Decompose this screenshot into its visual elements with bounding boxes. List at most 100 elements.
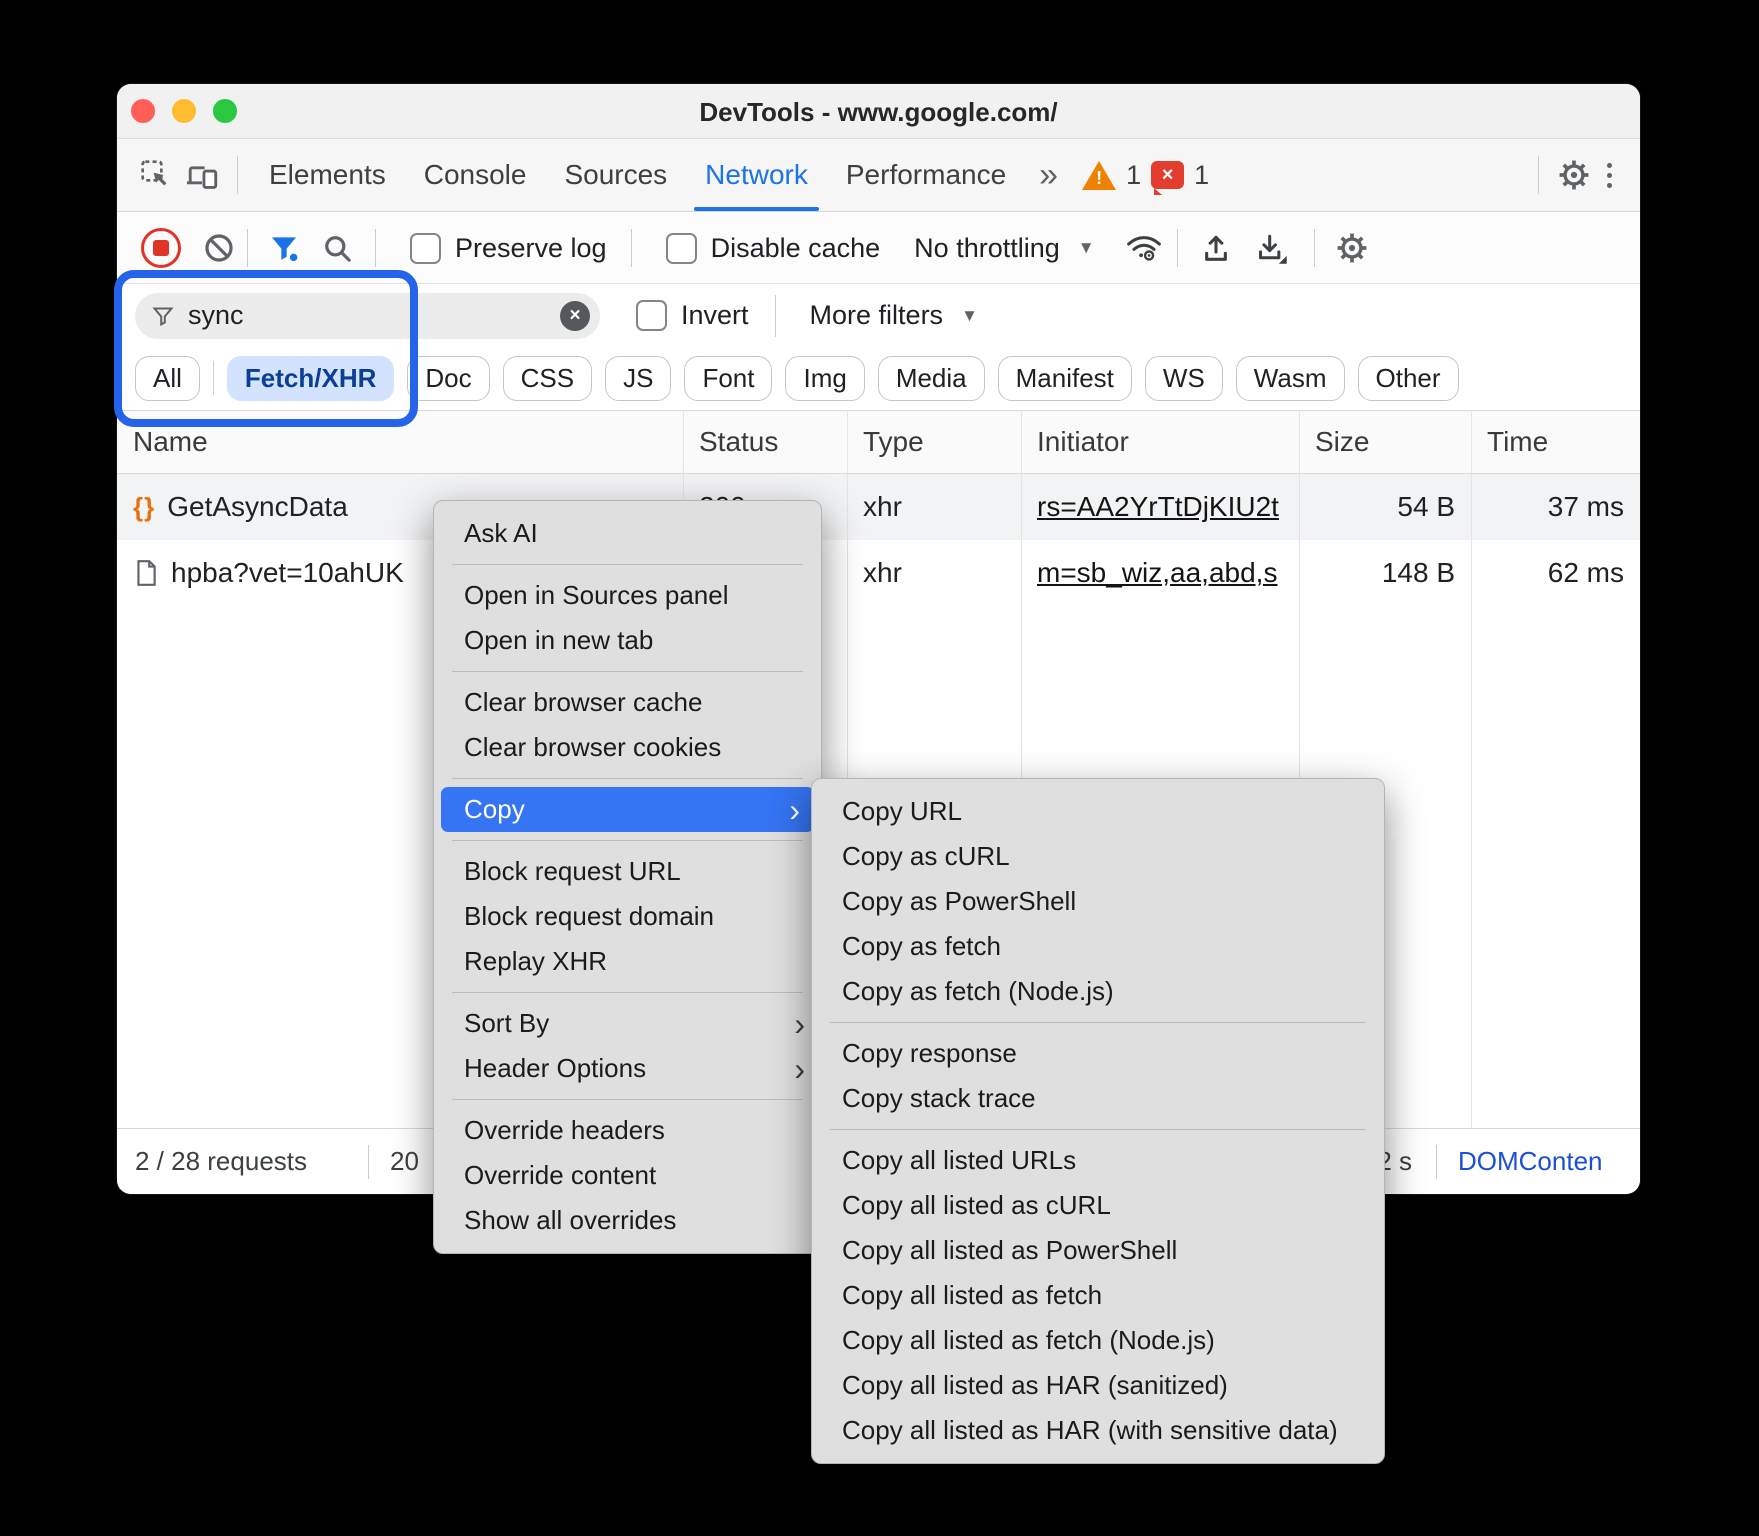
submenu-chevron-icon: › xyxy=(789,794,800,826)
chip-doc[interactable]: Doc xyxy=(407,356,489,401)
divider xyxy=(1436,1145,1437,1179)
request-initiator-link[interactable]: rs=AA2YrTtDjKIU2t xyxy=(1037,474,1279,540)
menu-item-ask-ai[interactable]: Ask AI xyxy=(434,511,821,556)
menu-item-copy[interactable]: Copy › xyxy=(441,787,814,832)
chip-fetch-xhr[interactable]: Fetch/XHR xyxy=(227,356,394,401)
request-initiator-link[interactable]: m=sb_wiz,aa,abd,s xyxy=(1037,540,1277,606)
menu-separator xyxy=(830,1022,1366,1023)
throttling-caret-icon[interactable]: ▼ xyxy=(1078,238,1095,258)
tab-network[interactable]: Network xyxy=(686,139,827,211)
column-header-initiator[interactable]: Initiator xyxy=(1037,411,1129,473)
request-time: 62 ms xyxy=(1471,540,1624,606)
menu-item-copy-all-listed-as-har-sensitive[interactable]: Copy all listed as HAR (with sensitive d… xyxy=(812,1408,1384,1453)
import-har-icon xyxy=(1200,232,1232,264)
export-har-icon xyxy=(1254,231,1288,265)
menu-item-open-in-sources-panel[interactable]: Open in Sources panel xyxy=(434,573,821,618)
menu-item-override-headers[interactable]: Override headers xyxy=(434,1108,821,1153)
inspect-element-button[interactable] xyxy=(133,149,179,201)
menu-item-copy-as-powershell[interactable]: Copy as PowerShell xyxy=(812,879,1384,924)
network-conditions-button[interactable] xyxy=(1125,232,1163,264)
export-har-button[interactable] xyxy=(1254,231,1288,265)
menu-item-replay-xhr[interactable]: Replay XHR xyxy=(434,939,821,984)
chip-media[interactable]: Media xyxy=(878,356,985,401)
divider xyxy=(375,229,376,267)
menu-item-copy-all-listed-as-fetch[interactable]: Copy all listed as fetch xyxy=(812,1273,1384,1318)
chip-css[interactable]: CSS xyxy=(503,356,592,401)
chip-ws[interactable]: WS xyxy=(1145,356,1223,401)
network-settings-button[interactable] xyxy=(1335,231,1369,265)
column-header-status[interactable]: Status xyxy=(699,411,778,473)
error-count: 1 xyxy=(1194,160,1209,191)
table-row[interactable]: hpba?vet=10ahUK xhr m=sb_wiz,aa,abd,s 14… xyxy=(117,540,1640,606)
menu-item-copy-all-listed-urls[interactable]: Copy all listed URLs xyxy=(812,1138,1384,1183)
menu-item-open-in-new-tab[interactable]: Open in new tab xyxy=(434,618,821,663)
menu-item-show-all-overrides[interactable]: Show all overrides xyxy=(434,1198,821,1243)
menu-item-clear-browser-cache[interactable]: Clear browser cache xyxy=(434,680,821,725)
menu-item-copy-all-listed-as-curl[interactable]: Copy all listed as cURL xyxy=(812,1183,1384,1228)
request-size: 148 B xyxy=(1299,540,1455,606)
warning-icon[interactable]: ! xyxy=(1082,161,1116,190)
submenu-chevron-icon: › xyxy=(794,1053,805,1085)
disable-cache-checkbox[interactable] xyxy=(666,233,697,264)
clear-filter-icon[interactable]: × xyxy=(560,301,590,331)
chip-js[interactable]: JS xyxy=(605,356,671,401)
kebab-menu-icon[interactable] xyxy=(1597,163,1622,188)
menu-item-copy-all-listed-as-fetch-nodejs[interactable]: Copy all listed as fetch (Node.js) xyxy=(812,1318,1384,1363)
settings-button[interactable] xyxy=(1551,149,1597,201)
chip-all[interactable]: All xyxy=(135,356,200,401)
device-toolbar-icon xyxy=(185,159,219,191)
record-network-log-button[interactable] xyxy=(141,228,181,268)
request-type: xhr xyxy=(863,474,902,540)
filter-toggle-button[interactable] xyxy=(268,232,300,264)
column-header-time[interactable]: Time xyxy=(1487,411,1548,473)
menu-item-copy-as-fetch[interactable]: Copy as fetch xyxy=(812,924,1384,969)
toggle-device-toolbar-button[interactable] xyxy=(179,149,225,201)
filter-query-text: sync xyxy=(188,300,244,331)
issue-badges: ! 1 × 1 xyxy=(1082,160,1209,191)
menu-item-copy-response[interactable]: Copy response xyxy=(812,1031,1384,1076)
invert-checkbox[interactable] xyxy=(636,300,667,331)
menu-item-copy-as-curl[interactable]: Copy as cURL xyxy=(812,834,1384,879)
chip-img[interactable]: Img xyxy=(785,356,864,401)
clear-network-log-button[interactable] xyxy=(203,232,235,264)
filter-funnel-icon xyxy=(268,232,300,264)
menu-item-copy-all-listed-as-har-sanitized[interactable]: Copy all listed as HAR (sanitized) xyxy=(812,1363,1384,1408)
network-conditions-icon xyxy=(1125,232,1163,264)
chip-manifest[interactable]: Manifest xyxy=(998,356,1132,401)
more-filters-caret-icon[interactable]: ▼ xyxy=(961,306,978,326)
chip-other[interactable]: Other xyxy=(1358,356,1459,401)
tab-sources[interactable]: Sources xyxy=(545,139,686,211)
menu-item-block-request-domain[interactable]: Block request domain xyxy=(434,894,821,939)
column-header-size[interactable]: Size xyxy=(1315,411,1369,473)
menu-item-override-content[interactable]: Override content xyxy=(434,1153,821,1198)
import-har-button[interactable] xyxy=(1200,232,1232,264)
menu-item-sort-by[interactable]: Sort By › xyxy=(434,1001,821,1046)
table-row[interactable]: {} GetAsyncData 200 xhr rs=AA2YrTtDjKIU2… xyxy=(117,474,1640,540)
column-header-type[interactable]: Type xyxy=(863,411,924,473)
chip-font[interactable]: Font xyxy=(684,356,772,401)
gear-icon xyxy=(1557,158,1591,192)
menu-item-copy-url[interactable]: Copy URL xyxy=(812,789,1384,834)
menu-item-copy-stack-trace[interactable]: Copy stack trace xyxy=(812,1076,1384,1121)
throttling-select[interactable]: No throttling xyxy=(914,233,1060,264)
menu-item-copy-all-listed-as-powershell[interactable]: Copy all listed as PowerShell xyxy=(812,1228,1384,1273)
menu-item-clear-browser-cookies[interactable]: Clear browser cookies xyxy=(434,725,821,770)
tab-elements[interactable]: Elements xyxy=(250,139,405,211)
menu-item-block-request-url[interactable]: Block request URL xyxy=(434,849,821,894)
menu-item-copy-as-fetch-nodejs[interactable]: Copy as fetch (Node.js) xyxy=(812,969,1384,1014)
screenshot-background: DevTools - www.google.com/ xyxy=(0,0,1759,1536)
chip-wasm[interactable]: Wasm xyxy=(1236,356,1345,401)
search-button[interactable] xyxy=(322,233,353,264)
error-icon[interactable]: × xyxy=(1151,161,1184,189)
menu-separator xyxy=(452,671,803,672)
preserve-log-checkbox[interactable] xyxy=(410,233,441,264)
column-header-name[interactable]: Name xyxy=(133,411,208,473)
filter-input[interactable]: sync × xyxy=(135,293,600,339)
tab-console[interactable]: Console xyxy=(405,139,546,211)
more-tabs-icon[interactable]: » xyxy=(1025,156,1072,195)
more-filters-button[interactable]: More filters xyxy=(810,300,944,331)
menu-item-header-options[interactable]: Header Options › xyxy=(434,1046,821,1091)
menu-separator xyxy=(452,564,803,565)
tab-performance[interactable]: Performance xyxy=(827,139,1025,211)
submenu-chevron-icon: › xyxy=(794,1008,805,1040)
